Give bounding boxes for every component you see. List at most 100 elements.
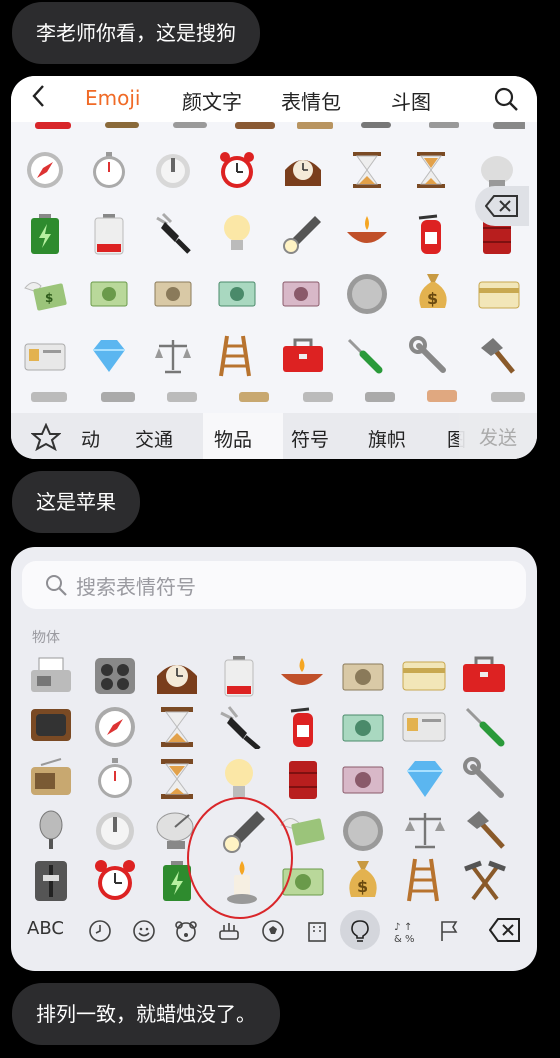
fax-emoji[interactable] bbox=[27, 654, 75, 698]
building-icon[interactable] bbox=[305, 919, 329, 943]
control-knobs-2-emoji[interactable] bbox=[91, 654, 139, 698]
mantel-clock-emoji[interactable] bbox=[281, 150, 325, 190]
plug-emoji[interactable] bbox=[153, 212, 193, 256]
radio-emoji[interactable] bbox=[27, 757, 75, 801]
hourglass-emoji[interactable] bbox=[349, 150, 385, 190]
flashlight-emoji[interactable] bbox=[281, 212, 321, 256]
hammer-emoji[interactable] bbox=[477, 336, 517, 376]
back-icon[interactable] bbox=[11, 84, 67, 114]
category-objects[interactable]: 物品 bbox=[214, 425, 252, 452]
message-text: 这是苹果 bbox=[36, 490, 116, 514]
compass-emoji[interactable] bbox=[25, 150, 65, 190]
tab-emoji[interactable]: Emoji bbox=[85, 86, 140, 110]
yen-banknote-emoji[interactable] bbox=[153, 274, 193, 314]
microphone-emoji[interactable] bbox=[27, 809, 75, 853]
gem-emoji[interactable] bbox=[89, 336, 129, 376]
food-icon[interactable] bbox=[217, 919, 241, 943]
alarm-clock-emoji[interactable] bbox=[217, 150, 257, 190]
partial-emoji-row-top bbox=[35, 122, 525, 129]
emoji-search-field[interactable]: 搜索表情符号 bbox=[22, 561, 526, 609]
dollar-banknote-emoji[interactable] bbox=[89, 274, 129, 314]
hourglass-emoji[interactable] bbox=[157, 705, 197, 749]
message-bubble-3: 排列一致，就蜡烛没了。 bbox=[12, 983, 280, 1045]
low-battery-emoji[interactable] bbox=[89, 212, 129, 256]
timer-emoji[interactable] bbox=[91, 809, 139, 853]
control-knobs-emoji[interactable] bbox=[27, 859, 75, 903]
pound-banknote-emoji[interactable] bbox=[341, 757, 385, 801]
clock-icon[interactable] bbox=[88, 919, 112, 943]
pound-banknote-emoji[interactable] bbox=[281, 274, 321, 314]
coin-emoji[interactable] bbox=[345, 272, 389, 316]
id-card-emoji[interactable] bbox=[23, 336, 67, 376]
tab-kaomoji[interactable]: 颜文字 bbox=[182, 86, 242, 115]
id-card-emoji[interactable] bbox=[401, 705, 447, 749]
light-bulb-emoji[interactable] bbox=[217, 212, 257, 256]
diya-lamp-emoji[interactable] bbox=[345, 212, 389, 256]
fire-extinguisher-emoji[interactable] bbox=[413, 212, 449, 256]
ladder-emoji[interactable] bbox=[217, 334, 257, 378]
send-button[interactable]: 发送 bbox=[459, 413, 537, 459]
flag-icon[interactable] bbox=[437, 919, 461, 943]
plug-emoji[interactable] bbox=[217, 705, 263, 749]
diya-lamp-emoji[interactable] bbox=[279, 654, 325, 698]
smiley-icon[interactable] bbox=[132, 919, 156, 943]
search-icon[interactable] bbox=[493, 86, 519, 117]
money-wings-emoji[interactable]: $ bbox=[23, 274, 67, 314]
bulb-icon[interactable] bbox=[348, 919, 372, 943]
timer-emoji[interactable] bbox=[153, 150, 193, 190]
tab-stickers[interactable]: 表情包 bbox=[281, 86, 341, 115]
svg-text:$: $ bbox=[45, 291, 53, 305]
alarm-clock-emoji[interactable] bbox=[91, 859, 139, 903]
money-bag-emoji[interactable]: $ bbox=[343, 857, 383, 903]
screwdriver-emoji[interactable] bbox=[463, 705, 507, 749]
ladder-emoji[interactable] bbox=[405, 857, 445, 903]
wrench-emoji[interactable] bbox=[409, 336, 449, 376]
gem-emoji[interactable] bbox=[403, 757, 447, 801]
hammer-pick-emoji[interactable] bbox=[463, 859, 507, 903]
stopwatch-emoji[interactable] bbox=[89, 150, 129, 190]
satellite-emoji[interactable] bbox=[477, 150, 517, 190]
hourglass-flowing-emoji[interactable] bbox=[413, 150, 449, 190]
compass-emoji[interactable] bbox=[91, 705, 139, 749]
delete-icon[interactable] bbox=[489, 917, 521, 943]
apple-emoji-panel: 搜索表情符号 物体 $ ABC ♪ ↑ & % bbox=[11, 547, 537, 971]
tv-emoji[interactable] bbox=[27, 705, 75, 749]
symbols-icon[interactable]: ♪ ↑&% bbox=[392, 919, 418, 945]
message-bubble-2: 这是苹果 bbox=[12, 471, 140, 533]
mantel-clock-emoji[interactable] bbox=[153, 654, 201, 698]
category-activity[interactable]: 动 bbox=[81, 425, 100, 452]
category-flags[interactable]: 旗帜 bbox=[368, 425, 406, 452]
balance-scale-emoji[interactable] bbox=[403, 809, 447, 853]
euro-banknote-emoji[interactable] bbox=[341, 705, 385, 749]
wrench-emoji[interactable] bbox=[463, 757, 507, 801]
balance-scale-emoji[interactable] bbox=[153, 336, 193, 376]
stopwatch-emoji[interactable] bbox=[91, 757, 139, 801]
ball-icon[interactable] bbox=[261, 919, 285, 943]
yen-banknote-emoji[interactable] bbox=[341, 654, 385, 698]
coin-emoji[interactable] bbox=[341, 809, 385, 853]
screwdriver-emoji[interactable] bbox=[345, 336, 385, 376]
sogou-emoji-panel: Emoji 颜文字 表情包 斗图 $ $ 动 交通 物品 符号 旗帜 图 发送 bbox=[11, 76, 537, 459]
toolbox-emoji[interactable] bbox=[461, 654, 507, 698]
hammer-emoji[interactable] bbox=[463, 809, 507, 853]
favorites-star-icon[interactable] bbox=[30, 422, 62, 456]
euro-banknote-emoji[interactable] bbox=[217, 274, 257, 314]
svg-text:♪: ♪ bbox=[394, 922, 400, 933]
tab-doutu[interactable]: 斗图 bbox=[391, 86, 431, 115]
search-icon bbox=[46, 575, 67, 596]
credit-card-emoji[interactable] bbox=[401, 654, 447, 698]
money-bag-emoji[interactable]: $ bbox=[413, 270, 453, 314]
sogou-emoji-grid: $ $ bbox=[11, 122, 537, 459]
battery-emoji[interactable] bbox=[25, 212, 65, 256]
bear-icon[interactable] bbox=[174, 919, 198, 943]
fire-extinguisher-emoji[interactable] bbox=[285, 705, 321, 749]
svg-text:&: & bbox=[394, 934, 402, 945]
toolbox-emoji[interactable] bbox=[281, 336, 325, 376]
low-battery-emoji[interactable] bbox=[219, 654, 259, 698]
message-text: 李老师你看，这是搜狗 bbox=[36, 21, 236, 45]
category-travel[interactable]: 交通 bbox=[135, 425, 173, 452]
credit-card-emoji[interactable] bbox=[477, 274, 521, 314]
category-symbols[interactable]: 符号 bbox=[291, 425, 329, 452]
delete-icon[interactable] bbox=[475, 186, 529, 226]
abc-button[interactable]: ABC bbox=[27, 918, 64, 939]
